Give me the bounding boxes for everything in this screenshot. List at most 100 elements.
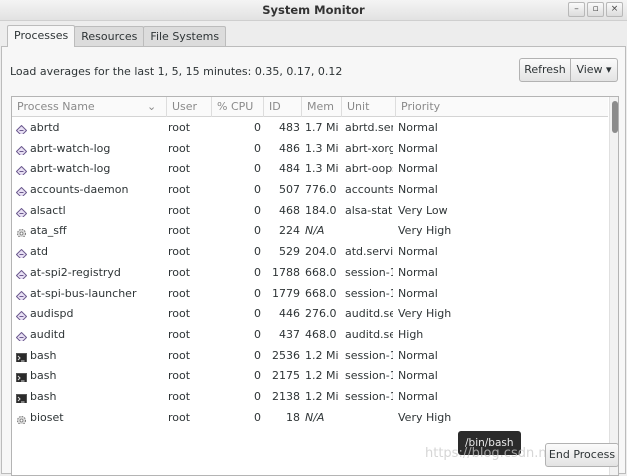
table-row[interactable]: alsactl root 0 468 184.0 alsa-state Very Low bbox=[12, 201, 608, 222]
process-user: root bbox=[168, 162, 191, 176]
process-name: bioset bbox=[30, 410, 64, 424]
process-cpu: 0 bbox=[254, 307, 261, 321]
process-name: accounts-daemon bbox=[30, 183, 129, 197]
table-row[interactable]: audispd root 0 446 276.0 auditd.ser Very High bbox=[12, 304, 608, 325]
vertical-scrollbar[interactable] bbox=[609, 97, 618, 475]
table-row[interactable]: bioset root 0 18 N/A Very High bbox=[12, 408, 608, 429]
process-id: 468 bbox=[279, 203, 300, 217]
process-unit: atd.servic bbox=[345, 245, 393, 259]
process-unit: abrt-oops bbox=[345, 162, 393, 176]
table-row[interactable]: bash root 0 2536 1.2 Mi session-1 Normal bbox=[12, 346, 608, 367]
process-user: root bbox=[168, 389, 191, 403]
process-mem: 668.0 bbox=[305, 286, 337, 300]
title-bar[interactable]: System Monitor – ▫ × bbox=[0, 0, 627, 21]
view-menu-button[interactable]: View ▾ bbox=[571, 58, 618, 82]
process-mem: 1.7 Mi bbox=[305, 121, 339, 134]
column-header-priority[interactable]: Priority bbox=[396, 97, 608, 117]
process-mem: 276.0 bbox=[305, 307, 337, 321]
process-user: root bbox=[168, 286, 191, 300]
process-name: atd bbox=[30, 245, 49, 259]
minimize-button[interactable]: – bbox=[568, 2, 585, 17]
process-user: root bbox=[168, 183, 191, 197]
table-row[interactable]: abrt-watch-log root 0 486 1.3 Mi abrt-xorg Nor… bbox=[12, 139, 608, 160]
table-row[interactable]: bash root 0 2175 1.2 Mi session-1 Normal bbox=[12, 366, 608, 387]
column-header-id[interactable]: ID bbox=[264, 97, 302, 117]
process-priority: Very High bbox=[398, 307, 452, 321]
process-mem: N/A bbox=[305, 410, 325, 424]
process-mem: 468.0 bbox=[305, 327, 337, 341]
table-header: Process Name ⌄ User % CPU ID Mem Unit Pr… bbox=[12, 97, 608, 117]
diamond-icon bbox=[16, 123, 27, 134]
process-cpu: 0 bbox=[254, 183, 261, 197]
scrollbar-thumb[interactable] bbox=[612, 101, 618, 133]
process-mem: 1.3 Mi bbox=[305, 162, 339, 176]
column-header-user[interactable]: User bbox=[167, 97, 212, 117]
close-button[interactable]: × bbox=[606, 2, 623, 17]
column-header-unit[interactable]: Unit bbox=[342, 97, 396, 117]
table-row[interactable]: atd root 0 529 204.0 atd.servic Normal bbox=[12, 242, 608, 263]
tab-resources[interactable]: Resources bbox=[74, 26, 145, 47]
process-cpu: 0 bbox=[254, 245, 261, 259]
processes-panel: Load averages for the last 1, 5, 15 minu… bbox=[1, 46, 626, 476]
process-id: 486 bbox=[279, 141, 300, 155]
process-unit: auditd.ser bbox=[345, 327, 393, 341]
process-cpu: 0 bbox=[254, 348, 261, 362]
process-name: auditd bbox=[30, 327, 66, 341]
process-name: at-spi-bus-launcher bbox=[30, 286, 137, 300]
column-header-process-name[interactable]: Process Name ⌄ bbox=[12, 97, 167, 117]
process-user: root bbox=[168, 265, 191, 279]
table-row[interactable]: bash root 0 2138 1.2 Mi session-1 Normal bbox=[12, 387, 608, 408]
process-cpu: 0 bbox=[254, 327, 261, 341]
process-priority: Normal bbox=[398, 348, 438, 362]
process-user: root bbox=[168, 327, 191, 341]
process-name: abrt-watch-log bbox=[30, 162, 111, 176]
column-header-cpu[interactable]: % CPU bbox=[212, 97, 264, 117]
process-priority: Normal bbox=[398, 265, 438, 279]
process-id: 2138 bbox=[272, 389, 300, 403]
diamond-icon bbox=[16, 164, 27, 176]
table-row[interactable]: abrtd root 0 483 1.7 Mi abrtd.serv Normal bbox=[12, 118, 608, 139]
diamond-icon bbox=[16, 247, 27, 259]
process-cpu: 0 bbox=[254, 410, 261, 424]
process-id: 446 bbox=[279, 307, 300, 321]
process-name: audispd bbox=[30, 307, 74, 321]
process-cpu: 0 bbox=[254, 121, 261, 134]
process-id: 18 bbox=[286, 410, 300, 424]
process-name: at-spi2-registryd bbox=[30, 265, 121, 279]
table-row[interactable]: auditd root 0 437 468.0 auditd.ser High bbox=[12, 325, 608, 346]
table-row[interactable]: ata_sff root 0 224 N/A Very High bbox=[12, 221, 608, 242]
process-table: Process Name ⌄ User % CPU ID Mem Unit Pr… bbox=[11, 96, 619, 476]
end-process-button[interactable]: End Process bbox=[545, 443, 619, 467]
column-header-mem[interactable]: Mem bbox=[302, 97, 342, 117]
table-row[interactable]: accounts-daemon root 0 507 776.0 accounts- Nor… bbox=[12, 180, 608, 201]
process-mem: 204.0 bbox=[305, 245, 337, 259]
process-name: abrt-watch-log bbox=[30, 141, 111, 155]
process-name: bash bbox=[30, 389, 57, 403]
process-priority: Normal bbox=[398, 141, 438, 155]
table-row[interactable]: at-spi-bus-launcher root 0 1779 668.0 session… bbox=[12, 284, 608, 305]
process-priority: Very High bbox=[398, 410, 452, 424]
process-id: 507 bbox=[279, 183, 300, 197]
tab-bar: Processes Resources File Systems bbox=[7, 25, 227, 48]
tab-file-systems[interactable]: File Systems bbox=[143, 26, 227, 47]
process-id: 1788 bbox=[272, 265, 300, 279]
load-averages-text: Load averages for the last 1, 5, 15 minu… bbox=[10, 65, 343, 78]
process-user: root bbox=[168, 141, 191, 155]
maximize-button[interactable]: ▫ bbox=[587, 2, 604, 17]
process-mem: 1.2 Mi bbox=[305, 389, 339, 403]
process-cpu: 0 bbox=[254, 162, 261, 176]
process-priority: Very High bbox=[398, 224, 452, 238]
gear-icon bbox=[16, 413, 27, 424]
process-mem: 1.2 Mi bbox=[305, 348, 339, 362]
table-row[interactable]: abrt-watch-log root 0 484 1.3 Mi abrt-oops Nor… bbox=[12, 159, 608, 180]
terminal-icon bbox=[16, 392, 27, 403]
process-id: 437 bbox=[279, 327, 300, 341]
process-cpu: 0 bbox=[254, 389, 261, 403]
process-cpu: 0 bbox=[254, 286, 261, 300]
process-name: ata_sff bbox=[30, 224, 67, 238]
process-unit: session-1 bbox=[345, 286, 393, 300]
process-unit: session-1 bbox=[345, 369, 393, 383]
refresh-button[interactable]: Refresh bbox=[519, 58, 571, 82]
tab-processes[interactable]: Processes bbox=[7, 25, 76, 47]
table-row[interactable]: at-spi2-registryd root 0 1788 668.0 session-1… bbox=[12, 263, 608, 284]
